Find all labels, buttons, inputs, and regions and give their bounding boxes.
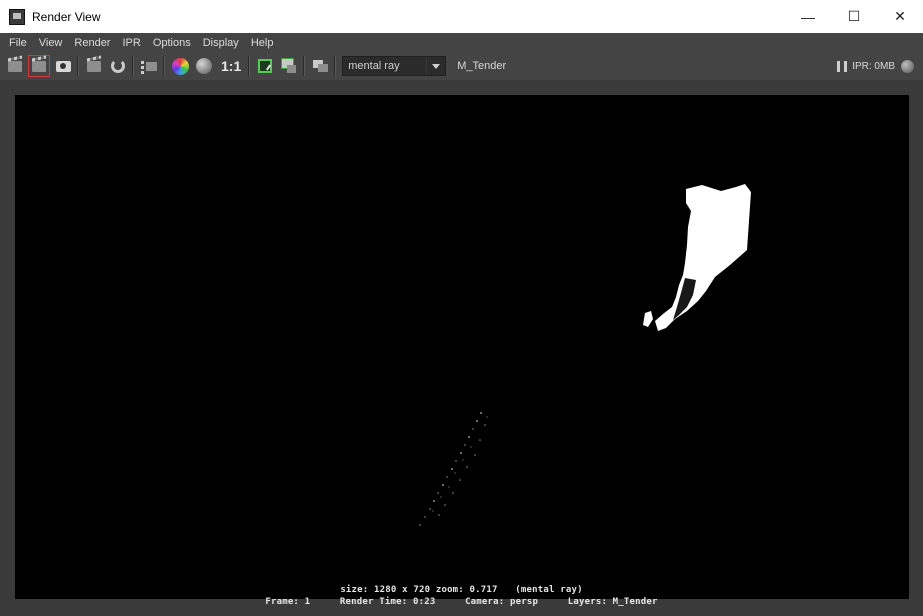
display-rgb-channels-button[interactable]: [171, 57, 189, 75]
menu-render[interactable]: Render: [68, 37, 116, 49]
toolbar: 1:1 mental ray M_Tender IPR: 0MB: [0, 52, 923, 80]
refresh-icon: [111, 59, 125, 73]
toolbar-separator: [334, 56, 337, 76]
faint-noise-shape: [419, 412, 488, 526]
real-size-button[interactable]: 1:1: [219, 57, 243, 75]
render-info-line-2: Frame: 1 Render Time: 0:23 Camera: persp…: [0, 597, 923, 607]
keep-image-icon: [258, 59, 273, 73]
layers-name: Layers: M_Tender: [567, 597, 658, 607]
title-bar: Render View — ☐ ✕: [0, 0, 923, 33]
toolbar-separator: [163, 56, 165, 76]
toolbar-separator: [303, 56, 306, 76]
render-size-zoom: size: 1280 x 720 zoom: 0.717: [340, 585, 498, 595]
frame-number: Frame: 1: [265, 597, 311, 607]
clapperboard-icon: [8, 60, 22, 72]
menu-bar: File View Render IPR Options Display Hel…: [0, 33, 923, 52]
refresh-ipr-button[interactable]: [109, 57, 127, 75]
ipr-clapperboard-icon: [87, 60, 101, 72]
menu-help[interactable]: Help: [245, 37, 280, 49]
render-viewport[interactable]: size: 1280 x 720 zoom: 0.717 (mental ray…: [0, 80, 923, 616]
toolbar-separator: [248, 56, 251, 76]
close-button[interactable]: ✕: [877, 0, 923, 33]
render-settings-icon: [141, 59, 157, 73]
render-region-icon: [32, 60, 46, 72]
alpha-channel-icon: [196, 58, 212, 74]
remove-image-button[interactable]: [280, 57, 298, 75]
menu-ipr[interactable]: IPR: [116, 37, 146, 49]
toolbar-separator: [132, 56, 134, 76]
render-layers-icon: [312, 60, 328, 72]
renderer-dropdown[interactable]: mental ray: [342, 56, 447, 76]
minimize-button[interactable]: —: [785, 0, 831, 33]
window-title: Render View: [32, 9, 101, 24]
render-view-app-icon: [9, 8, 25, 25]
renderer-dropdown-value: mental ray: [348, 60, 400, 72]
render-output-graphic: [419, 184, 751, 526]
snapshot-button[interactable]: [54, 57, 72, 75]
redo-previous-render-button[interactable]: [6, 57, 24, 75]
ipr-memory-label: IPR: 0MB: [852, 60, 895, 72]
rendered-image: [15, 95, 909, 599]
render-layer-button[interactable]: [311, 57, 329, 75]
render-view-window: Render View — ☐ ✕ File View Render IPR O…: [0, 0, 923, 616]
chevron-down-icon: [426, 57, 445, 75]
render-settings-button[interactable]: [140, 57, 158, 75]
menu-options[interactable]: Options: [147, 37, 197, 49]
render-region-button[interactable]: [28, 55, 50, 77]
rendered-object-highlight: [655, 184, 751, 331]
ipr-render-button[interactable]: [85, 57, 103, 75]
keep-image-button[interactable]: [256, 57, 274, 75]
pause-ipr-icon[interactable]: [837, 60, 848, 72]
renderer-name: (mental ray): [515, 585, 583, 595]
camera-name: Camera: persp: [465, 597, 539, 607]
menu-file[interactable]: File: [0, 37, 33, 49]
camera-icon: [55, 60, 71, 72]
rendered-object-detail: [643, 311, 653, 327]
render-info-line-1: size: 1280 x 720 zoom: 0.717 (mental ray…: [0, 585, 923, 595]
render-layer-label: M_Tender: [457, 60, 507, 72]
maximize-button[interactable]: ☐: [831, 0, 877, 33]
remove-image-icon: [281, 58, 297, 74]
rgb-channels-icon: [171, 57, 189, 75]
menu-display[interactable]: Display: [197, 37, 245, 49]
toolbar-separator: [77, 56, 79, 76]
display-alpha-channel-button[interactable]: [195, 57, 213, 75]
render-time: Render Time: 0:23: [339, 597, 436, 607]
ipr-status-icon: [901, 59, 914, 73]
menu-view[interactable]: View: [33, 37, 69, 49]
